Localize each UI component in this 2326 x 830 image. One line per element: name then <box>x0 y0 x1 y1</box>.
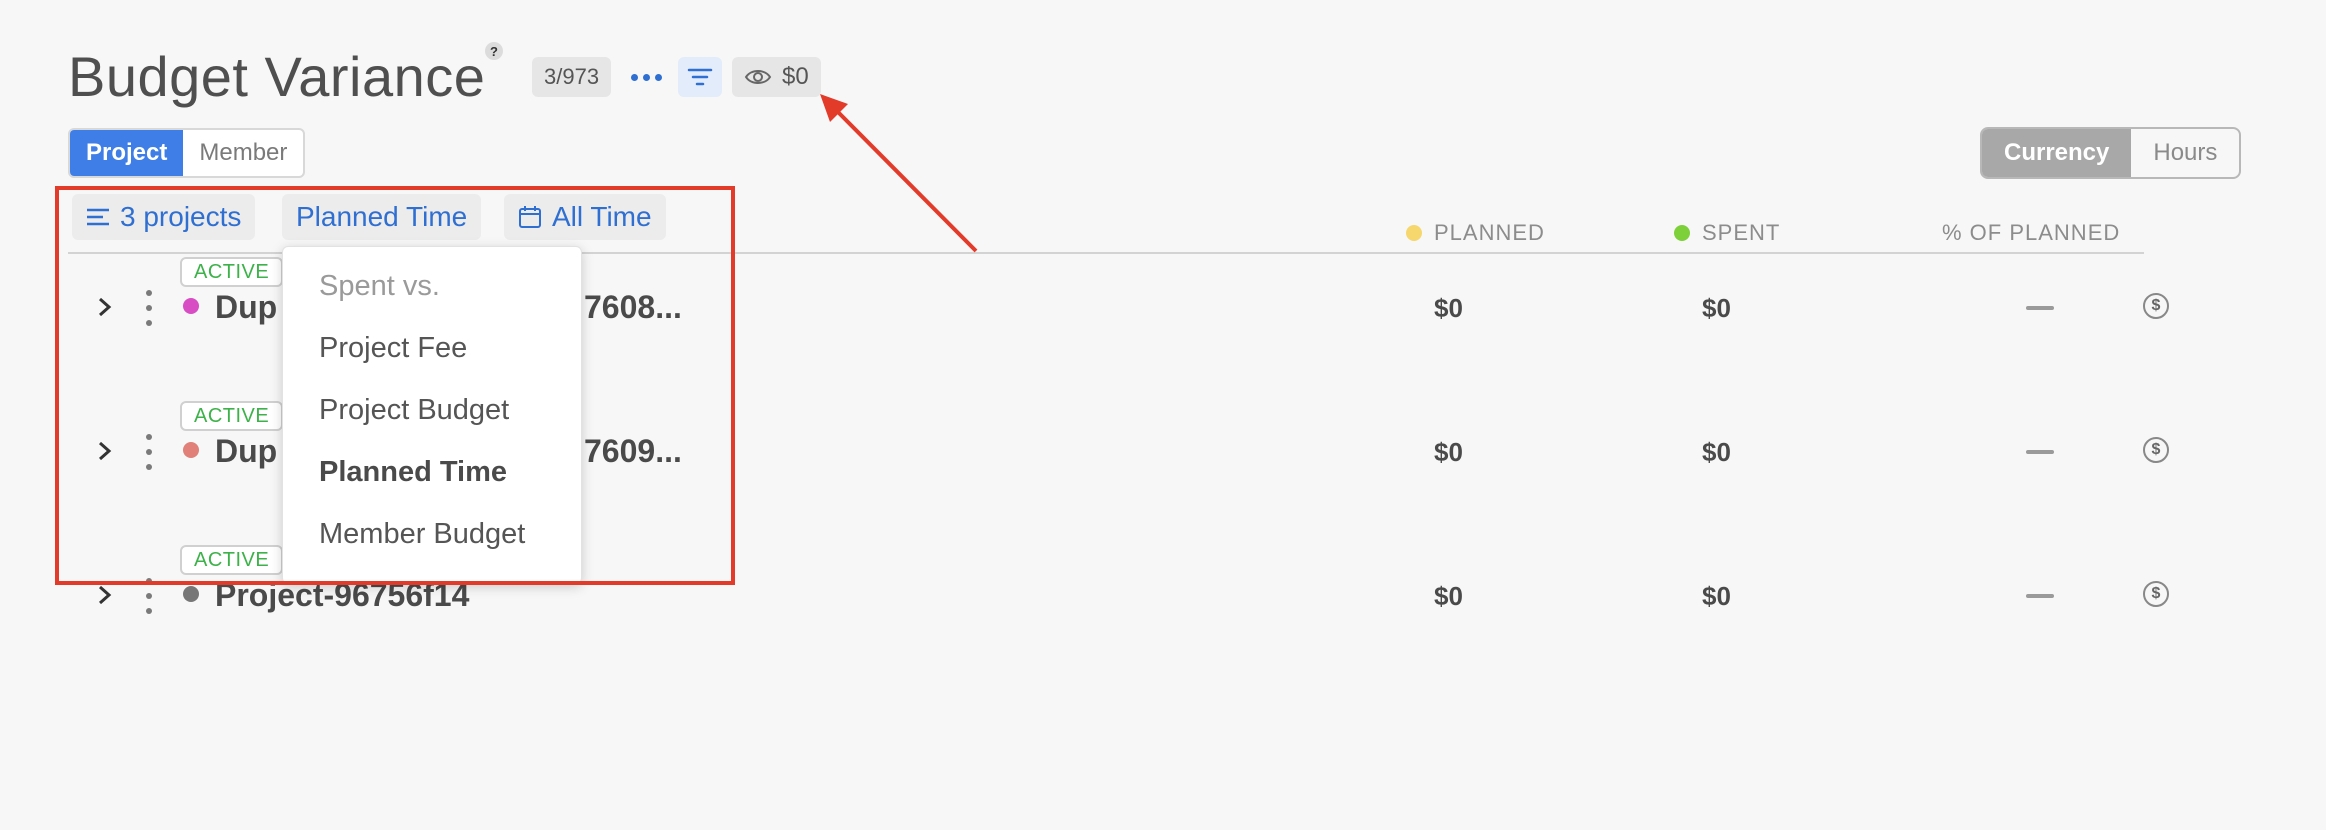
annotation-arrow-icon <box>820 94 978 253</box>
